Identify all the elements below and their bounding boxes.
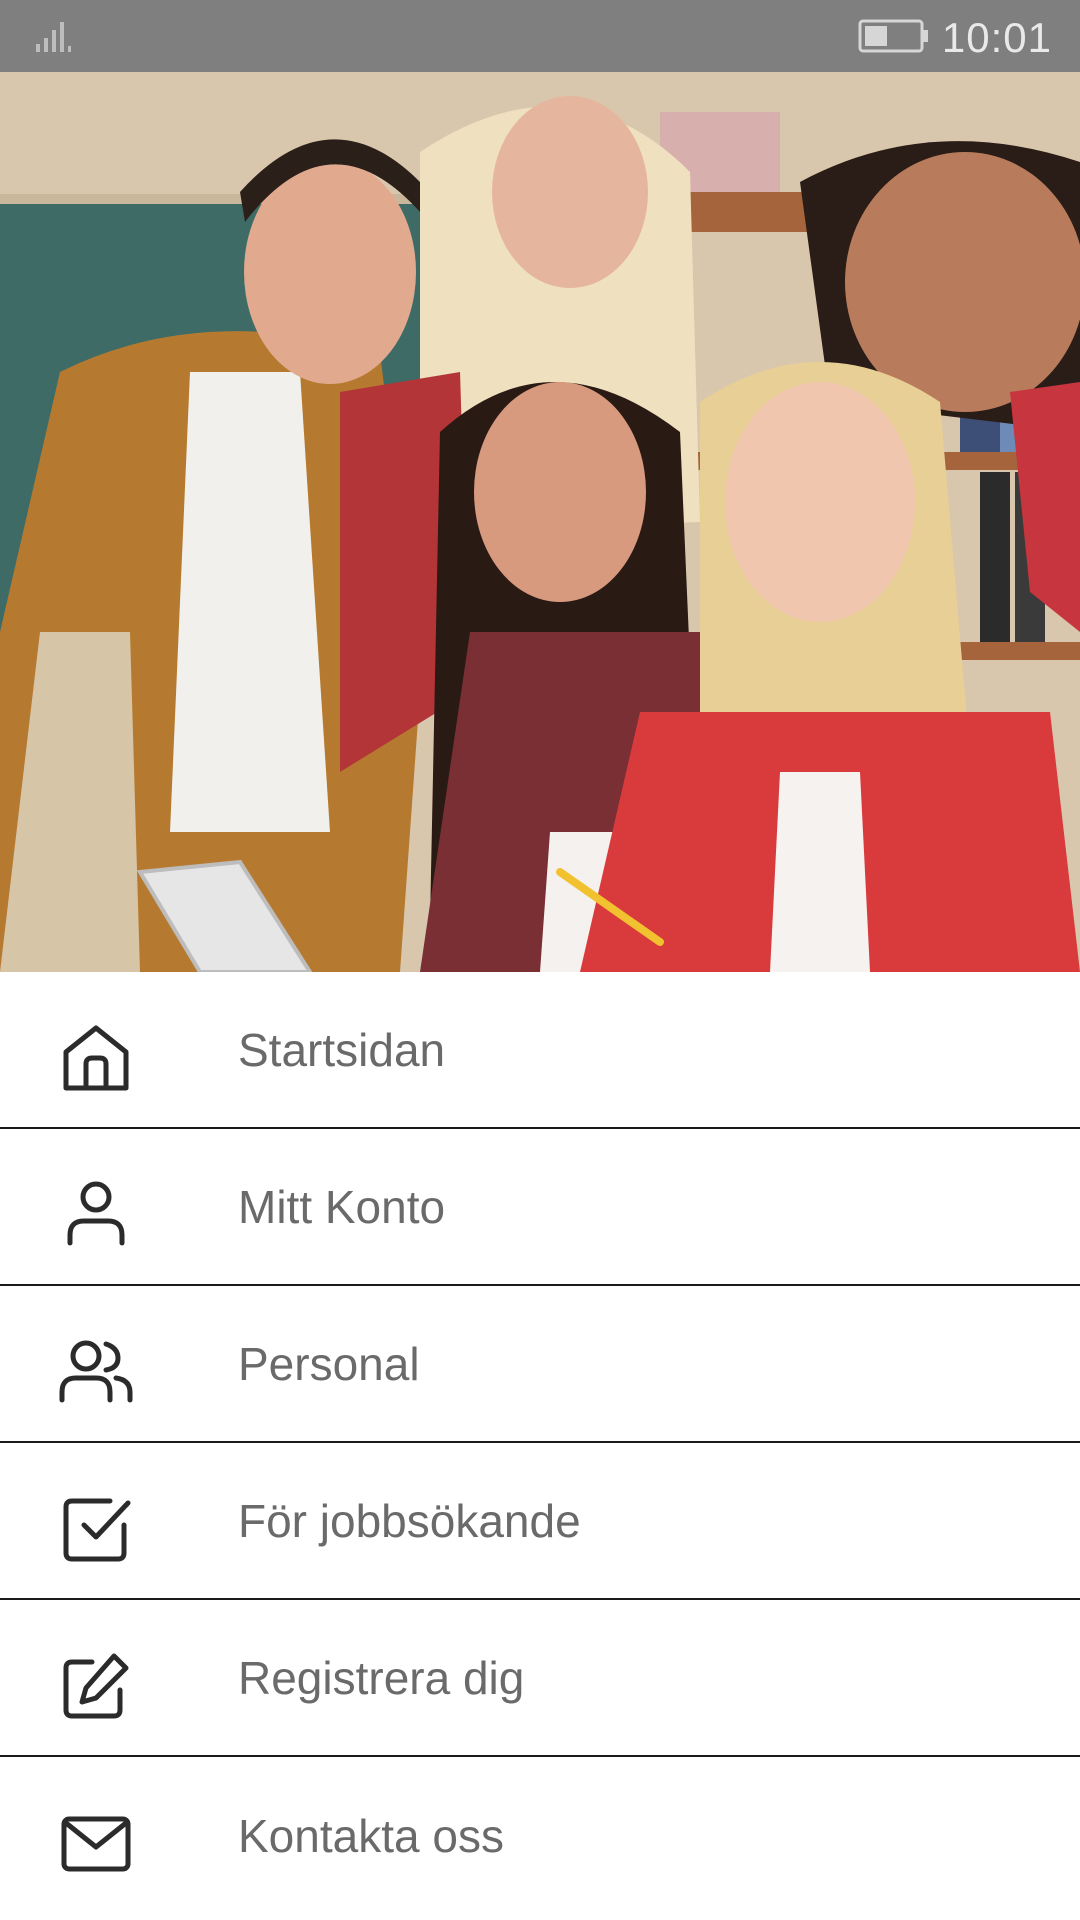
hero-photo: [0, 72, 1080, 972]
battery-icon: [858, 19, 928, 53]
menu-label: Startsidan: [238, 1023, 446, 1076]
nav-menu: Startsidan Mitt Konto Personal För jobbs…: [0, 972, 1080, 1914]
user-icon: [67, 1181, 125, 1246]
users-icon: [59, 1340, 133, 1403]
home-icon: [63, 1025, 129, 1091]
status-bar: 10:01: [0, 0, 1080, 72]
menu-label: Registrera dig: [238, 1651, 525, 1704]
checkbox-icon: [63, 1498, 131, 1562]
menu-item-personal[interactable]: Personal: [0, 1286, 1080, 1443]
menu-label: Kontakta oss: [238, 1809, 504, 1862]
menu-item-kontakta-oss[interactable]: Kontakta oss: [0, 1757, 1080, 1914]
menu-item-mitt-konto[interactable]: Mitt Konto: [0, 1129, 1080, 1286]
menu-item-registrera-dig[interactable]: Registrera dig: [0, 1600, 1080, 1757]
edit-icon: [63, 1653, 129, 1719]
status-time: 10:01: [941, 14, 1052, 61]
mail-icon: [61, 1816, 131, 1872]
signal-icon: [36, 22, 71, 52]
menu-item-for-jobbsokande[interactable]: För jobbsökande: [0, 1443, 1080, 1600]
menu-label: För jobbsökande: [238, 1494, 581, 1547]
menu-label: Mitt Konto: [238, 1180, 446, 1233]
menu-label: Personal: [238, 1337, 420, 1390]
students-illustration: [0, 72, 1080, 972]
menu-item-startsidan[interactable]: Startsidan: [0, 972, 1080, 1129]
